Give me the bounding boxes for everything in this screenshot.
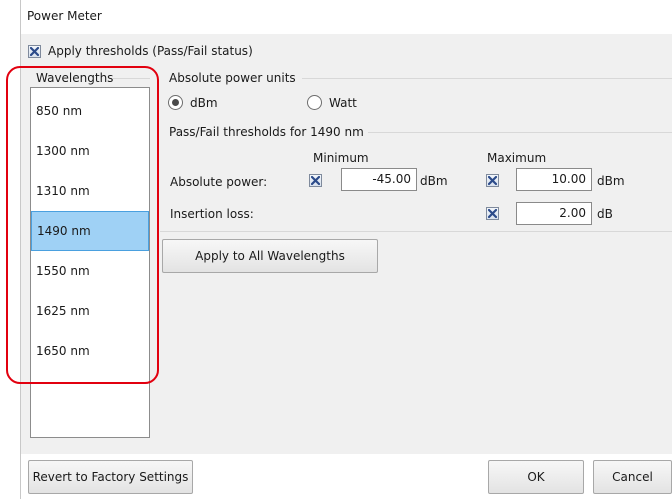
absolute-power-max-checkbox[interactable] — [486, 174, 499, 187]
absolute-power-label: Absolute power: — [170, 175, 268, 189]
minimum-header: Minimum — [313, 151, 369, 165]
thresholds-legend: Pass/Fail thresholds for 1490 nm — [169, 125, 364, 139]
absolute-power-min-input[interactable]: -45.00 — [341, 168, 417, 191]
checked-x-icon — [488, 176, 497, 185]
units-group-line — [302, 78, 672, 79]
wavelength-highlight-outline — [6, 66, 159, 384]
absolute-power-max-unit: dBm — [597, 174, 625, 188]
apply-thresholds-label[interactable]: Apply thresholds (Pass/Fail status) — [48, 44, 253, 58]
checked-x-icon — [311, 176, 320, 185]
absolute-power-min-unit: dBm — [420, 174, 448, 188]
thresholds-group-line — [368, 132, 672, 133]
cancel-button[interactable]: Cancel — [593, 460, 672, 494]
watt-radio-label[interactable]: Watt — [329, 96, 357, 110]
insertion-loss-max-unit: dB — [597, 207, 613, 221]
watt-radio[interactable] — [307, 95, 322, 110]
apply-to-all-wavelengths-button[interactable]: Apply to All Wavelengths — [162, 239, 378, 273]
revert-to-factory-settings-button[interactable]: Revert to Factory Settings — [28, 460, 193, 494]
thresholds-bottom-line — [160, 231, 672, 232]
dbm-radio-label[interactable]: dBm — [190, 96, 218, 110]
maximum-header: Maximum — [487, 151, 547, 165]
insertion-loss-max-input[interactable]: 2.00 — [516, 202, 592, 225]
dbm-radio[interactable] — [168, 95, 183, 110]
apply-thresholds-checkbox[interactable] — [28, 45, 41, 58]
units-legend: Absolute power units — [169, 71, 296, 85]
checked-x-icon — [488, 209, 497, 218]
insertion-loss-label: Insertion loss: — [170, 207, 254, 221]
dialog-title: Power Meter — [27, 9, 102, 23]
absolute-power-max-input[interactable]: 10.00 — [516, 168, 592, 191]
checked-x-icon — [30, 47, 39, 56]
absolute-power-min-checkbox[interactable] — [309, 174, 322, 187]
ok-button[interactable]: OK — [488, 460, 584, 494]
insertion-loss-max-checkbox[interactable] — [486, 207, 499, 220]
